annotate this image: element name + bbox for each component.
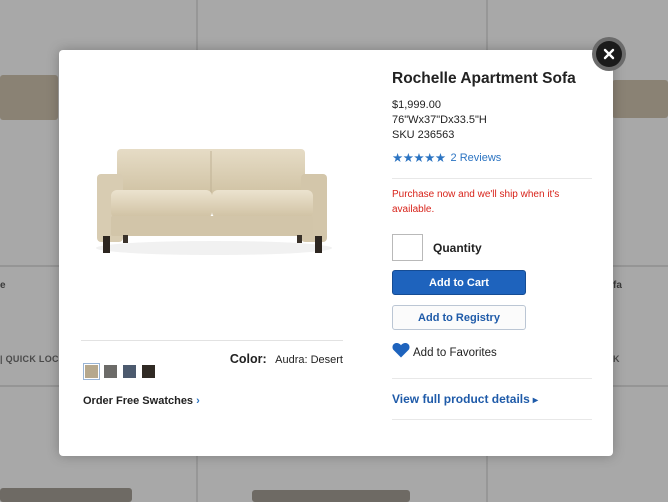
- divider: [392, 419, 592, 420]
- view-full-details-label: View full product details: [392, 392, 530, 406]
- chevron-right-icon: ›: [196, 395, 200, 407]
- add-to-registry-button[interactable]: Add to Registry: [392, 305, 526, 330]
- swatch-charcoal[interactable]: [141, 364, 156, 379]
- quantity-label: Quantity: [433, 241, 482, 255]
- close-button[interactable]: [592, 37, 626, 71]
- bg-product-title: e: [0, 280, 6, 291]
- product-sku: SKU 236563: [392, 129, 455, 141]
- close-x-icon: [596, 41, 622, 67]
- color-label: Color:: [229, 352, 267, 366]
- availability-notice: Purchase now and we'll ship when it's av…: [392, 189, 560, 215]
- quantity-input[interactable]: [392, 234, 423, 261]
- bg-product-title: fa: [613, 280, 622, 291]
- product-rating: ★★★★★ 2 Reviews: [392, 150, 501, 165]
- bg-sofa-image: [612, 80, 668, 118]
- bg-sofa-image: [0, 488, 132, 502]
- product-image: [89, 130, 339, 280]
- product-price: $1,999.00: [392, 99, 441, 111]
- divider: [392, 378, 592, 379]
- divider: [81, 340, 343, 341]
- bg-sofa-image: [252, 490, 410, 502]
- bg-quick-look: K: [613, 354, 620, 364]
- reviews-link[interactable]: 2 Reviews: [451, 152, 502, 164]
- view-full-details-link[interactable]: View full product details ▸: [392, 392, 538, 406]
- product-dimensions: 76"Wx37"Dx33.5"H: [392, 114, 487, 126]
- swatch-grey[interactable]: [103, 364, 118, 379]
- order-free-swatches-link[interactable]: Order Free Swatches ›: [83, 395, 200, 407]
- add-to-cart-button[interactable]: Add to Cart: [392, 270, 526, 295]
- heart-icon: [392, 342, 410, 363]
- add-to-favorites-link[interactable]: Add to Favorites: [392, 342, 497, 363]
- swatch-slate-blue[interactable]: [122, 364, 137, 379]
- color-value: Audra: Desert: [275, 354, 343, 366]
- bg-quick-look: | QUICK LOC: [0, 354, 59, 364]
- order-free-swatches-label: Order Free Swatches: [83, 395, 194, 407]
- bg-sofa-image: [0, 75, 58, 120]
- chevron-right-icon: ▸: [532, 395, 538, 406]
- product-title: Rochelle Apartment Sofa: [392, 70, 576, 87]
- divider: [392, 178, 592, 179]
- swatch-desert[interactable]: [83, 363, 100, 380]
- color-swatches: [83, 363, 156, 380]
- add-to-favorites-label: Add to Favorites: [413, 346, 497, 359]
- star-rating-icon: ★★★★★: [392, 151, 446, 165]
- quick-look-modal: Color: Audra: Desert Order Free Swatches…: [59, 50, 613, 456]
